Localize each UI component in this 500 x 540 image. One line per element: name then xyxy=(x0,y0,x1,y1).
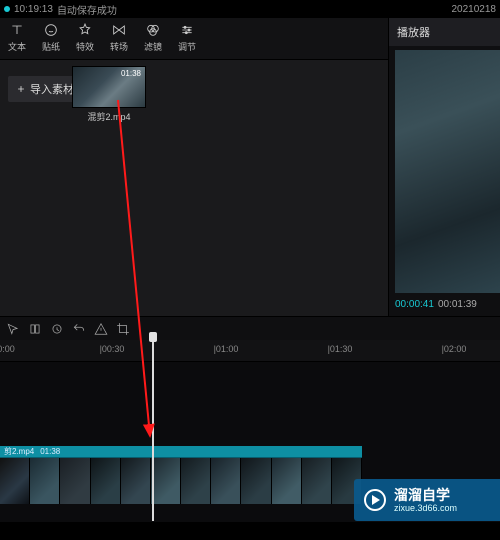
filter-icon xyxy=(145,22,161,38)
crop-icon xyxy=(116,322,130,336)
bottom-bar xyxy=(0,522,500,540)
media-clip-name: 混剪2.mp4 xyxy=(72,110,146,123)
preview-timecodes: 00:00:41 00:01:39 xyxy=(389,293,500,316)
tool-split[interactable] xyxy=(28,322,42,336)
ruler-tick: |02:00 xyxy=(442,344,467,354)
autosave-status: 自动保存成功 xyxy=(57,2,117,17)
preview-total-time: 00:01:39 xyxy=(438,299,477,310)
media-area[interactable]: 导入素材 01:38 混剪2.mp4 xyxy=(0,60,388,316)
plus-icon xyxy=(16,84,26,94)
warning-icon xyxy=(94,322,108,336)
adjust-icon xyxy=(179,22,195,38)
tab-transition[interactable]: 转场 xyxy=(102,22,136,53)
import-media-label: 导入素材 xyxy=(30,81,74,97)
title-date: 20210218 xyxy=(452,4,497,15)
tab-adjust[interactable]: 调节 xyxy=(170,22,204,53)
ruler-tick: |00:30 xyxy=(100,344,125,354)
media-clip-thumb: 01:38 xyxy=(72,66,146,108)
media-clip[interactable]: 01:38 混剪2.mp4 xyxy=(72,66,146,123)
tab-effect[interactable]: 特效 xyxy=(68,22,102,53)
preview-current-time: 00:00:41 xyxy=(395,299,434,310)
media-clip-duration: 01:38 xyxy=(119,69,143,78)
top-toolbar: 文本 贴纸 特效 转场 滤镜 调节 xyxy=(0,18,388,60)
tab-text[interactable]: 文本 xyxy=(0,22,34,53)
tool-marker[interactable] xyxy=(50,322,64,336)
timeline-clip-duration: 01:38 xyxy=(40,447,60,456)
tab-effect-label: 特效 xyxy=(76,40,94,53)
status-dot xyxy=(4,6,10,12)
play-circle-icon xyxy=(364,489,386,511)
tab-adjust-label: 调节 xyxy=(178,40,196,53)
preview-title: 播放器 xyxy=(389,18,500,46)
tab-text-label: 文本 xyxy=(8,40,26,53)
preview-panel: 播放器 00:00:41 00:01:39 xyxy=(388,18,500,316)
text-icon xyxy=(9,22,25,38)
ruler-tick: 0:00 xyxy=(0,344,15,354)
select-icon xyxy=(6,322,20,336)
tool-undo[interactable] xyxy=(72,322,86,336)
left-panel: 文本 贴纸 特效 转场 滤镜 调节 xyxy=(0,18,388,316)
sticker-icon xyxy=(43,22,59,38)
tab-filter[interactable]: 滤镜 xyxy=(136,22,170,53)
undo-icon xyxy=(72,322,86,336)
timeline-clip-name: 剪2.mp4 xyxy=(4,446,34,457)
timeline-tools xyxy=(0,316,500,340)
timeline-clip-frames xyxy=(0,458,362,504)
title-time: 10:19:13 xyxy=(14,4,53,15)
watermark-domain: zixue.3d66.com xyxy=(394,504,457,513)
import-media-button[interactable]: 导入素材 xyxy=(8,76,82,102)
playhead[interactable] xyxy=(152,338,154,521)
effect-icon xyxy=(77,22,93,38)
tab-filter-label: 滤镜 xyxy=(144,40,162,53)
ruler-tick: |01:30 xyxy=(328,344,353,354)
split-icon xyxy=(28,322,42,336)
tool-crop[interactable] xyxy=(116,322,130,336)
transition-icon xyxy=(111,22,127,38)
timeline-ruler[interactable]: 0:00 |00:30 |01:00 |01:30 |02:00 xyxy=(0,340,500,362)
tab-sticker-label: 贴纸 xyxy=(42,40,60,53)
preview-viewport[interactable] xyxy=(395,50,500,293)
tab-transition-label: 转场 xyxy=(110,40,128,53)
timeline-clip-header: 剪2.mp4 01:38 xyxy=(0,446,362,458)
timeline-clip[interactable]: 剪2.mp4 01:38 xyxy=(0,446,362,504)
main-row: 文本 贴纸 特效 转场 滤镜 调节 xyxy=(0,18,500,316)
marker-icon xyxy=(50,322,64,336)
tab-sticker[interactable]: 贴纸 xyxy=(34,22,68,53)
ruler-tick: |01:00 xyxy=(214,344,239,354)
watermark: 溜溜自学 zixue.3d66.com xyxy=(354,479,500,521)
tool-select[interactable] xyxy=(6,322,20,336)
tool-warning[interactable] xyxy=(94,322,108,336)
title-bar: 10:19:13 自动保存成功 20210218 xyxy=(0,0,500,18)
watermark-brand: 溜溜自学 xyxy=(394,488,457,502)
